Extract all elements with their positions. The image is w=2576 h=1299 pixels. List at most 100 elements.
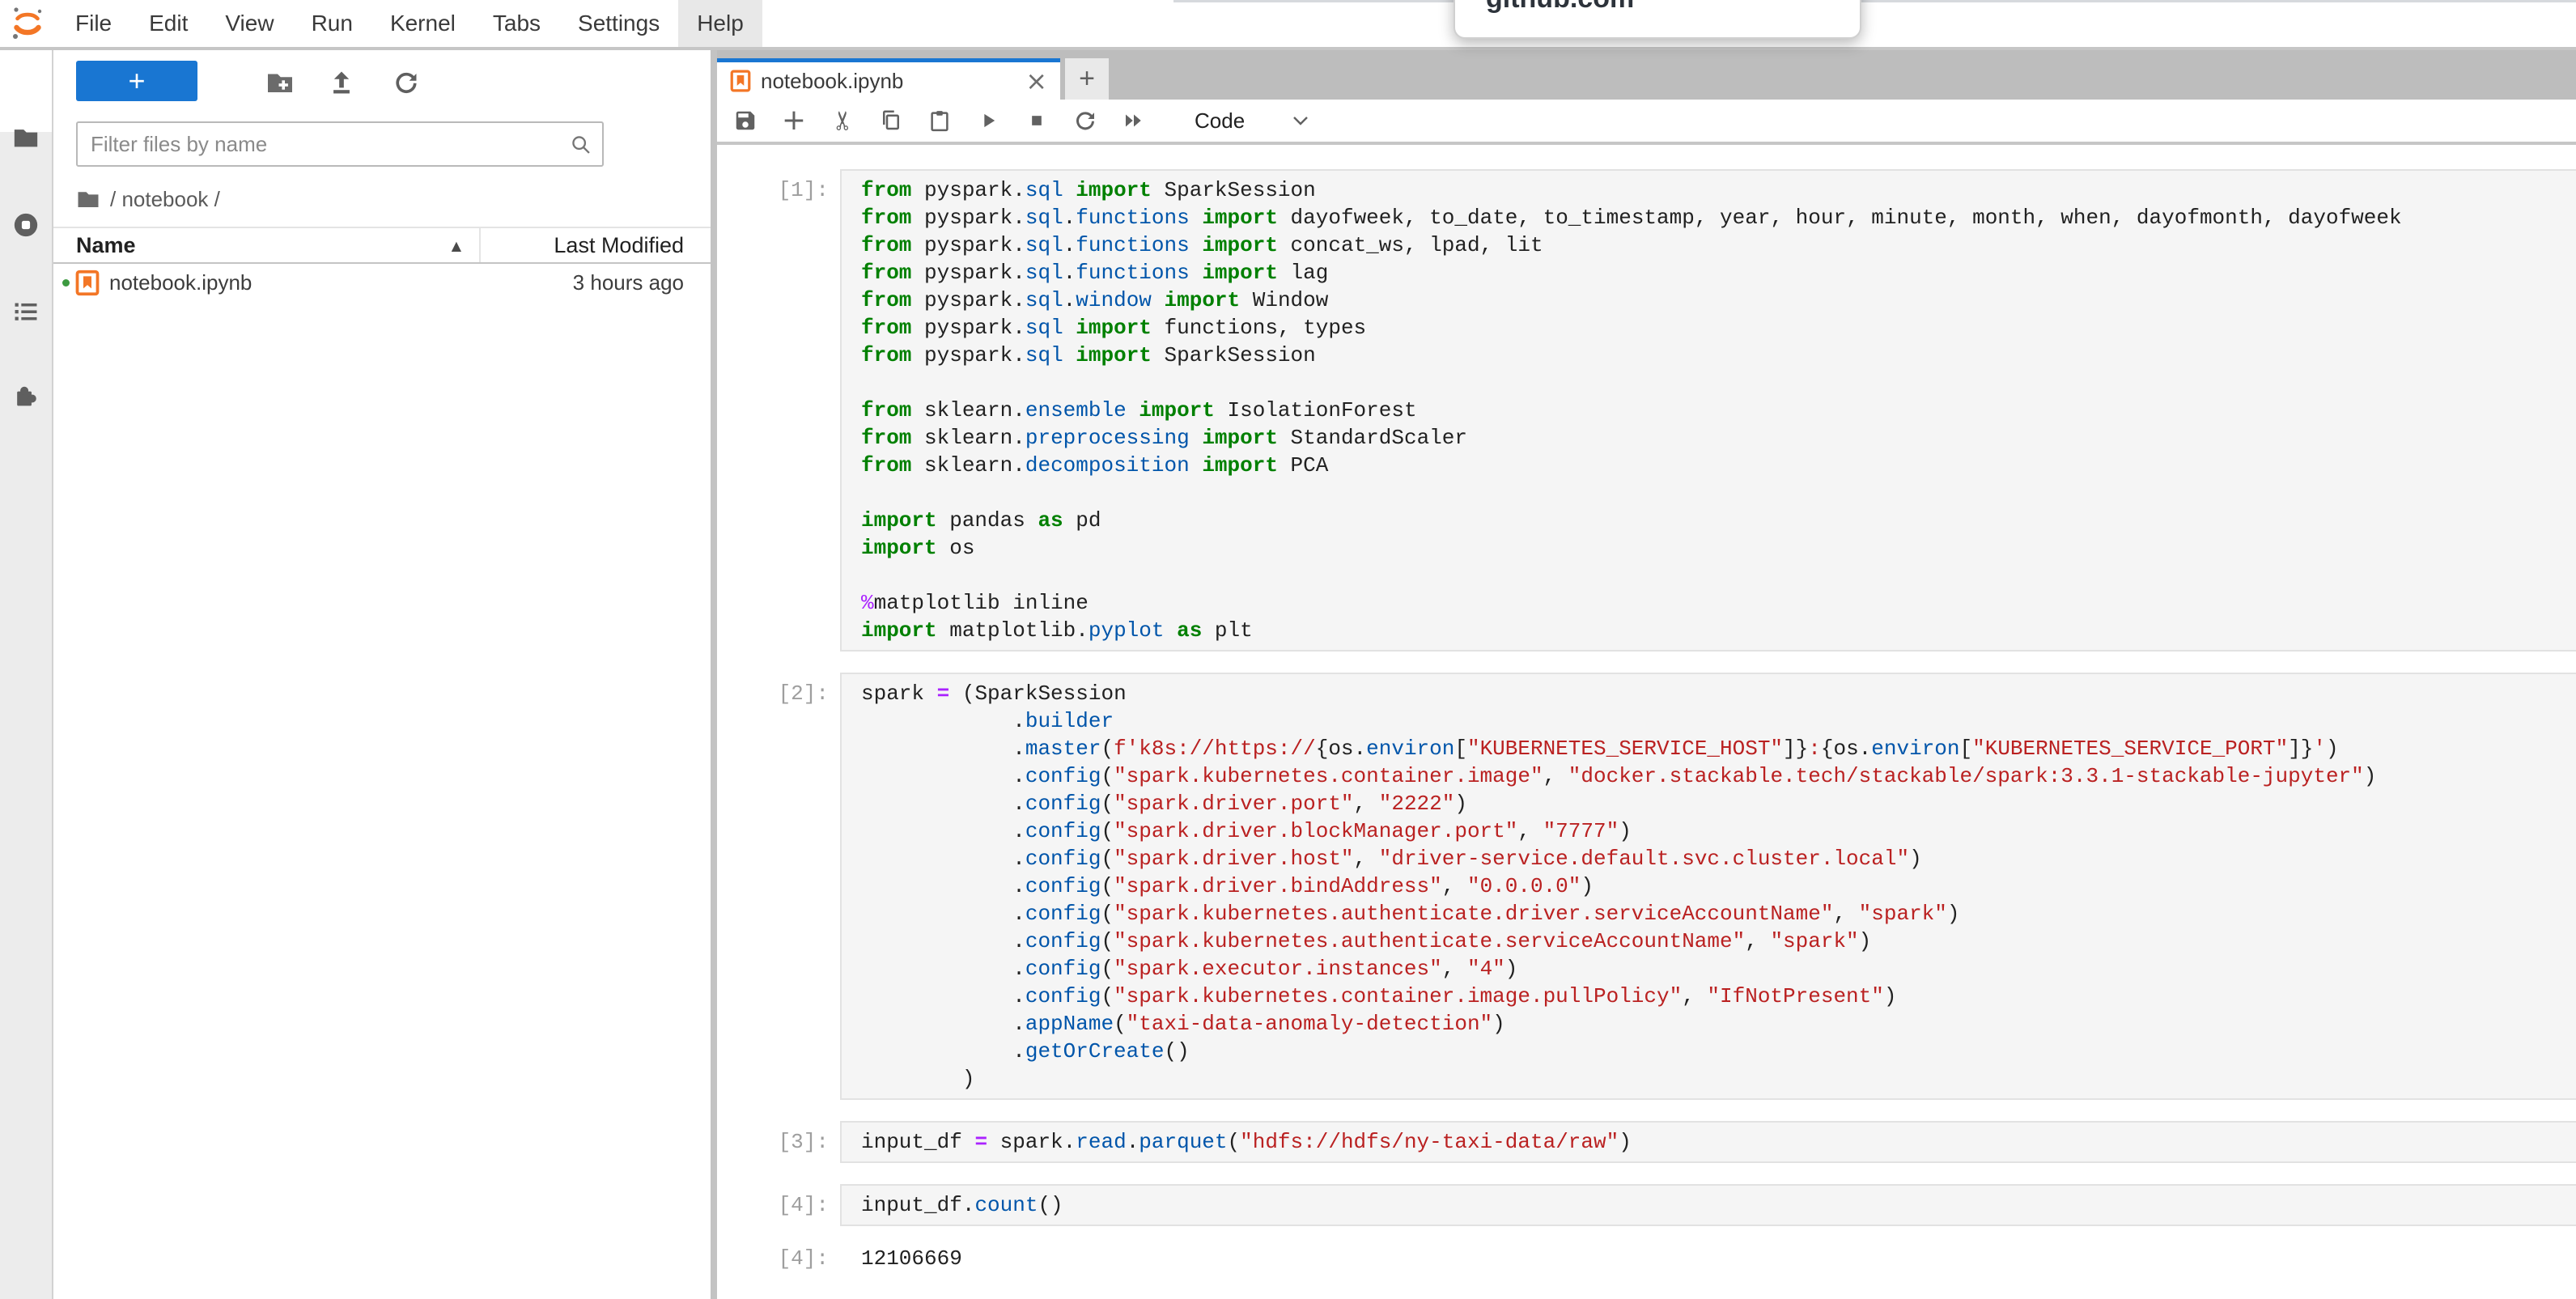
code-line: from pyspark.sql.functions import dayofw… [861,204,2563,231]
code-line [861,369,2563,397]
menu-view[interactable]: View [206,0,292,47]
menu-help[interactable]: Help [678,0,762,47]
fast-forward-icon [1122,108,1146,133]
origin-popup-text: github.com [1486,0,1634,15]
main-dock-panel: notebook.ipynb × + + ✂ [717,50,2576,1299]
run-cell-button[interactable] [970,102,1007,139]
code-cell-input[interactable]: input_df.count() [840,1184,2576,1226]
code-line: from sklearn.ensemble import IsolationFo… [861,397,2563,424]
extensions-icon[interactable] [12,382,40,410]
code-line: .config("spark.driver.bindAddress", "0.0… [861,872,2563,900]
filter-files-input[interactable] [78,123,602,165]
file-list: notebook.ipynb3 hours ago [53,264,711,301]
cell-type-value: Code [1195,108,1245,134]
column-header-last-modified[interactable]: Last Modified [479,228,711,262]
paste-cells-button[interactable] [921,102,958,139]
code-line: .config("spark.kubernetes.container.imag… [861,983,2563,1010]
code-line: .appName("taxi-data-anomaly-detection") [861,1010,2563,1038]
menu-settings[interactable]: Settings [559,0,678,47]
code-cell-input[interactable]: spark = (SparkSession .builder .master(f… [840,673,2576,1100]
refresh-file-list-button[interactable] [388,65,424,100]
run-icon [977,109,999,132]
table-of-contents-icon[interactable] [12,298,40,325]
restart-kernel-button[interactable] [1067,102,1104,139]
code-line: from pyspark.sql.functions import concat… [861,231,2563,259]
cell-input-prompt: [4]: [717,1184,840,1226]
copy-icon [879,108,903,133]
menu-run[interactable]: Run [293,0,371,47]
activity-bar [0,50,53,1299]
code-line: input_df.count() [861,1191,2563,1219]
code-cell-input[interactable]: from pyspark.sql import SparkSessionfrom… [840,169,2576,652]
cut-cells-button[interactable]: ✂ [824,102,861,139]
code-line: import pandas as pd [861,507,2563,534]
file-list-header: Name ▲ Last Modified [53,227,711,264]
notebook-icon [75,270,100,296]
filter-files-box [76,121,604,167]
window-top-edge [1173,0,2576,2]
tab-title: notebook.ipynb [761,69,903,94]
plus-icon: + [782,106,806,135]
code-line: .config("spark.executor.instances", "4") [861,955,2563,983]
code-line: spark = (SparkSession [861,680,2563,707]
interrupt-kernel-button[interactable] [1018,102,1055,139]
cell-input-prompt: [3]: [717,1121,840,1163]
code-line: from sklearn.preprocessing import Standa… [861,424,2563,452]
tab-notebook[interactable]: notebook.ipynb × [717,58,1060,100]
new-tab-button[interactable]: + [1065,58,1109,100]
cell-output-text: 12106669 [840,1237,962,1272]
running-sessions-icon[interactable] [12,211,40,239]
kernel-running-dot [62,279,70,287]
save-icon [733,108,758,133]
code-line: .config("spark.kubernetes.authenticate.d… [861,900,2563,928]
file-row[interactable]: notebook.ipynb3 hours ago [53,264,711,301]
cell-input-prompt: [1]: [717,169,840,652]
breadcrumb-path: / notebook / [110,187,220,212]
code-line: from sklearn.decomposition import PCA [861,452,2563,479]
tab-close-icon[interactable]: × [1025,68,1047,94]
notebook-cell: [2]:spark = (SparkSession .builder .mast… [717,673,2576,1100]
panel-splitter[interactable] [711,50,717,1299]
code-line: .getOrCreate() [861,1038,2563,1065]
code-line: from pyspark.sql.window import Window [861,287,2563,314]
code-cell-input[interactable]: input_df = spark.read.parquet("hdfs://hd… [840,1121,2576,1163]
menu-tabs[interactable]: Tabs [474,0,559,47]
restart-icon [1073,108,1097,133]
restart-run-all-button[interactable] [1115,102,1152,139]
breadcrumb[interactable]: / notebook / [76,183,220,215]
cell-input-prompt: [2]: [717,673,840,1100]
menu-items: FileEditViewRunKernelTabsSettingsHelp [57,0,762,47]
code-line: .config("spark.kubernetes.authenticate.s… [861,928,2563,955]
activity-tab-active-highlight [0,50,52,132]
save-button[interactable] [727,102,764,139]
code-line: .builder [861,707,2563,735]
upload-button[interactable] [324,65,359,100]
paste-icon [927,108,952,133]
code-line [861,562,2563,589]
column-header-name[interactable]: Name ▲ [53,233,479,258]
code-line: .master(f'k8s://https://{os.environ["KUB… [861,735,2563,762]
code-line: import os [861,534,2563,562]
file-last-modified: 3 hours ago [573,270,711,295]
upload-icon [328,69,355,96]
notebook-cell: [1]:from pyspark.sql import SparkSession… [717,169,2576,652]
new-folder-icon [265,68,295,97]
code-line: from pyspark.sql import SparkSession [861,176,2563,204]
cell-output: [4]:12106669 [717,1237,2576,1272]
file-browser-icon[interactable] [12,124,40,151]
new-launcher-button[interactable]: + [76,61,197,101]
menu-file[interactable]: File [57,0,130,47]
file-browser-panel: + / notebook / [53,50,711,1299]
jupyter-logo-icon [10,6,45,41]
code-line: input_df = spark.read.parquet("hdfs://hd… [861,1128,2563,1156]
menu-edit[interactable]: Edit [130,0,206,47]
menu-kernel[interactable]: Kernel [371,0,474,47]
code-line: .config("spark.driver.host", "driver-ser… [861,845,2563,872]
origin-popup: github.com [1454,0,1861,39]
menu-bar: FileEditViewRunKernelTabsSettingsHelp [0,0,2576,50]
new-folder-button[interactable] [262,65,298,100]
code-line: %matplotlib inline [861,589,2563,617]
cell-type-dropdown[interactable]: Code [1185,102,1319,139]
insert-cell-button[interactable]: + [775,102,813,139]
copy-cells-button[interactable] [872,102,910,139]
